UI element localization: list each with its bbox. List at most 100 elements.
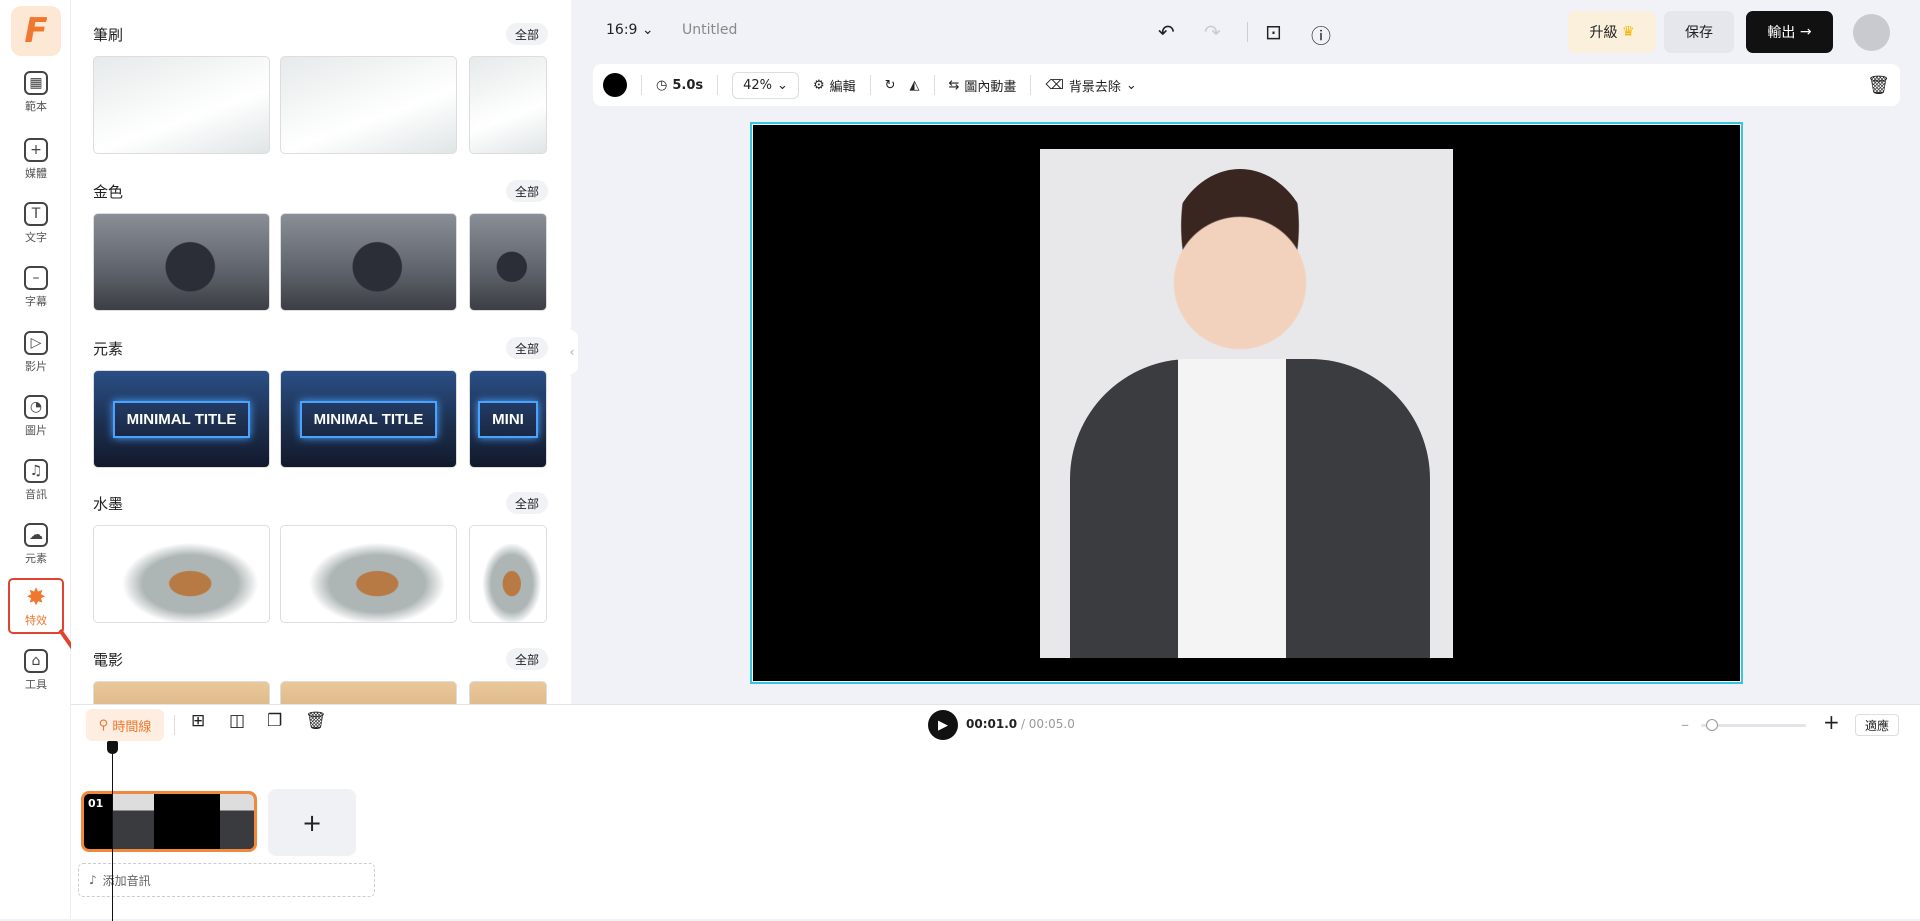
- background-remove-button[interactable]: ⌫ 背景去除 ⌄: [1045, 76, 1136, 95]
- export-label: 輸出: [1767, 25, 1796, 41]
- shapes-icon: ☁: [24, 522, 48, 547]
- sidebar-item-label: 影片: [25, 359, 47, 373]
- upgrade-button[interactable]: 升級 ♛: [1568, 11, 1656, 53]
- template-icon: ▦: [24, 70, 48, 95]
- effect-thumbnail[interactable]: [280, 525, 457, 623]
- effect-thumbnail[interactable]: [280, 56, 457, 154]
- project-title[interactable]: Untitled: [682, 22, 737, 38]
- effect-thumbnail[interactable]: [280, 681, 457, 704]
- export-button[interactable]: 輸出 →: [1746, 11, 1833, 53]
- divider: [641, 75, 642, 95]
- zoom-in-icon[interactable]: +: [1823, 710, 1840, 734]
- effect-thumbnail[interactable]: [93, 213, 270, 311]
- folder-plus-icon: +: [24, 137, 48, 162]
- divider: [174, 715, 175, 735]
- sidebar-item-0[interactable]: ▦ 範本: [8, 64, 64, 120]
- video-clip[interactable]: 01: [81, 791, 257, 852]
- playhead-handle[interactable]: [107, 741, 118, 754]
- split-icon[interactable]: ◫: [229, 711, 245, 731]
- app-logo[interactable]: F: [11, 6, 61, 56]
- redo-icon[interactable]: ↷: [1204, 20, 1221, 44]
- duration-value: 5.0s: [672, 77, 704, 93]
- see-all-button[interactable]: 全部: [506, 648, 548, 670]
- subtitle-icon: –: [24, 265, 48, 290]
- effect-thumbnail[interactable]: MINIMAL TITLE: [280, 370, 457, 468]
- sidebar-item-5[interactable]: ◔ 圖片: [8, 388, 64, 444]
- help-icon[interactable]: ⓘ: [1311, 20, 1331, 49]
- sidebar-item-4[interactable]: ▷ 影片: [8, 324, 64, 380]
- timeline-tab[interactable]: ⚲ 時間線: [86, 709, 164, 741]
- see-all-button[interactable]: 全部: [506, 492, 548, 514]
- fit-button[interactable]: 適應: [1855, 714, 1899, 736]
- sidebar-item-label: 工具: [25, 677, 47, 691]
- person-head: [1165, 169, 1315, 359]
- effect-thumbnail[interactable]: [469, 213, 547, 311]
- zoom-out-icon[interactable]: –: [1681, 715, 1689, 734]
- animation-button[interactable]: ⇆ 圖內動畫: [949, 76, 1017, 95]
- section-title: 水墨: [93, 495, 124, 513]
- animation-label: 圖內動畫: [964, 79, 1017, 95]
- sidebar-item-7[interactable]: ☁ 元素: [8, 516, 64, 572]
- chevron-down-icon: ⌄: [1125, 77, 1137, 93]
- effect-thumbnail[interactable]: [469, 525, 547, 623]
- add-audio-button[interactable]: ♪ 添加音訊: [78, 863, 375, 897]
- rotate-icon[interactable]: ↻: [885, 78, 896, 93]
- duplicate-icon[interactable]: ❐: [267, 711, 282, 731]
- collapse-panel-button[interactable]: ‹: [566, 330, 578, 374]
- effect-thumbnail[interactable]: MINI: [469, 370, 547, 468]
- preview-icon[interactable]: ⊡: [1265, 20, 1282, 44]
- effect-thumbnail[interactable]: [469, 56, 547, 154]
- play-button[interactable]: ▶: [928, 710, 958, 740]
- sidebar-item-label: 文字: [25, 230, 47, 244]
- sidebar-item-2[interactable]: T 文字: [8, 195, 64, 251]
- sidebar-item-label: 特效: [25, 613, 47, 627]
- zoom-value: 42%: [743, 77, 773, 93]
- see-all-button[interactable]: 全部: [506, 23, 548, 45]
- effect-thumbnail[interactable]: [280, 213, 457, 311]
- total-time: / 00:05.0: [1020, 717, 1075, 731]
- divider: [717, 75, 719, 95]
- sidebar-item-3[interactable]: – 字幕: [8, 259, 64, 315]
- color-picker[interactable]: [603, 73, 627, 97]
- aspect-ratio-select[interactable]: 16:9 ⌄: [606, 22, 654, 38]
- sidebar-item-8[interactable]: ✸ 特效: [8, 578, 64, 634]
- effect-thumbnail[interactable]: [93, 56, 270, 154]
- person-body: [1070, 359, 1430, 658]
- toolbox-icon: ⌂: [24, 648, 48, 673]
- trash-icon[interactable]: 🗑: [1867, 75, 1890, 96]
- video-canvas[interactable]: [750, 122, 1743, 684]
- sliders-icon: ⚙: [812, 77, 825, 93]
- see-all-button[interactable]: 全部: [506, 180, 548, 202]
- thumb-text: MINIMAL TITLE: [112, 400, 251, 438]
- slider-handle[interactable]: [1705, 719, 1718, 731]
- sidebar-item-1[interactable]: + 媒體: [8, 131, 64, 187]
- add-icon[interactable]: ⊞: [191, 711, 205, 731]
- zoom-select[interactable]: 42% ⌄: [732, 71, 799, 99]
- effect-thumbnail[interactable]: MINIMAL TITLE: [93, 370, 270, 468]
- add-clip-button[interactable]: +: [268, 789, 356, 856]
- sidebar-item-9[interactable]: ⌂ 工具: [8, 642, 64, 698]
- edit-button[interactable]: ⚙ 編輯: [813, 76, 856, 95]
- effect-thumbnail[interactable]: [469, 681, 547, 704]
- image-icon: ◔: [24, 394, 48, 419]
- current-time: 00:01.0: [966, 717, 1018, 731]
- color-swatch: [603, 73, 627, 97]
- clip-frame: [112, 794, 154, 849]
- clip-frame: [220, 794, 254, 849]
- undo-icon[interactable]: ↶: [1158, 20, 1175, 44]
- flip-icon[interactable]: ◭: [910, 78, 920, 93]
- avatar[interactable]: [1853, 14, 1890, 51]
- divider: [869, 75, 871, 95]
- sidebar-item-6[interactable]: ♫ 音訊: [8, 452, 64, 508]
- save-button[interactable]: 保存: [1664, 11, 1734, 53]
- delete-icon[interactable]: 🗑: [305, 711, 327, 731]
- clip-number: 01: [88, 797, 104, 810]
- effect-thumbnail[interactable]: [93, 681, 270, 704]
- section-title: 金色: [93, 183, 124, 201]
- effect-thumbnail[interactable]: [93, 525, 270, 623]
- duration-button[interactable]: ◷ 5.0s: [656, 78, 703, 93]
- portrait-image[interactable]: [1040, 149, 1453, 658]
- sidebar-item-label: 範本: [25, 99, 47, 113]
- playhead[interactable]: [112, 741, 113, 921]
- see-all-button[interactable]: 全部: [506, 337, 548, 359]
